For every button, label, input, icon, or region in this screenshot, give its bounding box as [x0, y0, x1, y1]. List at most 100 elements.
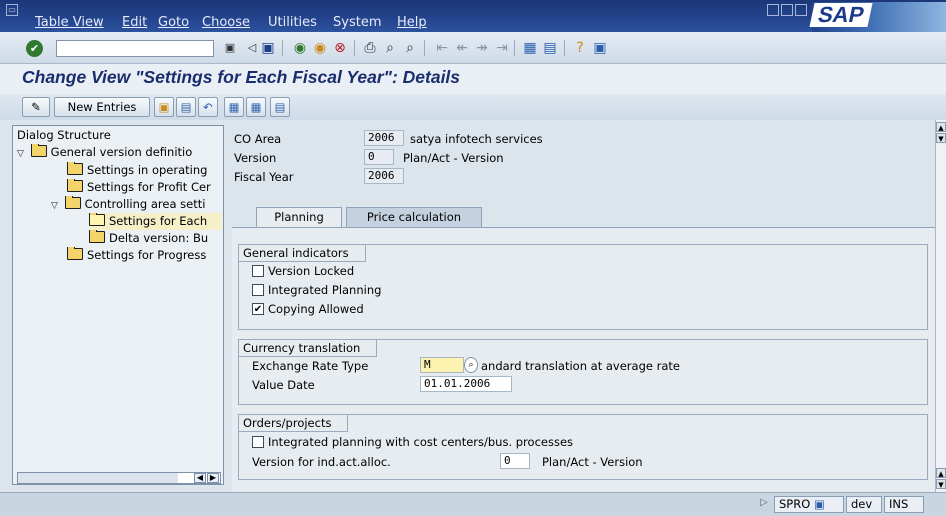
exchange-rate-type-label: Exchange Rate Type: [252, 359, 369, 373]
enter-icon[interactable]: ✔: [26, 40, 43, 57]
tree-node-general-version[interactable]: ▽ General version definitio: [17, 144, 222, 161]
expanded-triangle-icon[interactable]: ▽: [51, 198, 61, 213]
version-ind-alloc-text: Plan/Act - Version: [542, 455, 643, 469]
expanded-triangle-icon[interactable]: ▽: [17, 146, 27, 161]
folder-icon: [64, 196, 81, 209]
menu-help[interactable]: Help: [397, 15, 427, 30]
exchange-rate-type-input[interactable]: M: [420, 357, 464, 373]
co-area-label: CO Area: [234, 132, 282, 146]
scroll-left-icon[interactable]: ◀: [194, 473, 206, 483]
display-change-icon[interactable]: ✎: [22, 97, 50, 117]
scroll-down-icon[interactable]: ▼: [936, 479, 946, 489]
status-expand-icon[interactable]: ▷: [760, 497, 768, 508]
tab-price-calculation[interactable]: Price calculation: [346, 207, 482, 227]
fiscal-year-label: Fiscal Year: [234, 170, 294, 184]
tree-horizontal-scrollbar[interactable]: ◀ ▶: [17, 472, 221, 484]
integrated-planning-cost-centers-checkbox[interactable]: [252, 436, 264, 448]
exchange-rate-type-text: andard translation at average rate: [481, 359, 680, 373]
co-area-text: satya infotech services: [410, 132, 543, 146]
new-session-icon[interactable]: ▦: [522, 40, 538, 56]
version-label: Version: [234, 151, 277, 165]
command-field[interactable]: [56, 40, 214, 57]
value-date-label: Value Date: [252, 378, 315, 392]
search-help-icon[interactable]: ⌕: [464, 357, 478, 373]
folder-icon: [67, 179, 83, 192]
status-bar: ▷ SPRO ▣ dev INS: [0, 492, 946, 516]
integrated-planning-checkbox[interactable]: [252, 284, 264, 296]
menu-system[interactable]: System: [333, 15, 381, 30]
tree-node-settings-profit-center[interactable]: Settings for Profit Cer: [67, 179, 222, 196]
group-title: Currency translation: [239, 340, 378, 357]
version-locked-label: Version Locked: [268, 264, 355, 278]
separator: [354, 40, 355, 56]
scroll-up-icon[interactable]: ▲: [936, 122, 946, 132]
minimize-icon[interactable]: [767, 4, 779, 16]
cancel-icon[interactable]: ⊗: [332, 40, 348, 56]
back-icon[interactable]: ◉: [292, 40, 308, 56]
vertical-scrollbar[interactable]: ▲ ▼ ▲ ▼: [935, 120, 946, 492]
co-area-field: 2006: [364, 130, 404, 146]
version-ind-alloc-label: Version for ind.act.alloc.: [252, 455, 391, 469]
first-page-icon[interactable]: ⇤: [434, 40, 450, 56]
integrated-planning-cost-centers-label: Integrated planning with cost centers/bu…: [268, 435, 574, 449]
menu-edit[interactable]: Edit: [122, 15, 147, 30]
next-page-icon[interactable]: ↠: [474, 40, 490, 56]
folder-icon: [89, 230, 105, 243]
scroll-thumb[interactable]: [18, 473, 178, 483]
tree-node-controlling-area[interactable]: ▽ Controlling area setti: [51, 196, 222, 213]
separator: [282, 40, 283, 56]
menu-goto[interactable]: Goto: [158, 15, 189, 30]
shortcut-icon[interactable]: ▤: [542, 40, 558, 56]
save-icon[interactable]: ▣: [260, 40, 276, 56]
scroll-up-icon[interactable]: ▼: [936, 133, 946, 143]
command-history-icon[interactable]: ▣: [222, 40, 238, 56]
folder-icon: [67, 247, 83, 260]
previous-entry-icon[interactable]: ▦: [224, 97, 244, 117]
help-icon[interactable]: ?: [572, 40, 588, 56]
copy-icon[interactable]: ▣: [154, 97, 174, 117]
previous-page-icon[interactable]: ↞: [454, 40, 470, 56]
exit-icon[interactable]: ◉: [312, 40, 328, 56]
tree-node-delta-version[interactable]: Delta version: Bu: [89, 230, 222, 247]
value-date-input[interactable]: 01.01.2006: [420, 376, 512, 392]
version-locked-checkbox[interactable]: [252, 265, 264, 277]
insert-mode: INS: [884, 496, 924, 513]
page-title: Change View "Settings for Each Fiscal Ye…: [22, 67, 461, 87]
folder-icon: [30, 144, 47, 157]
scroll-down-icon[interactable]: ▲: [936, 468, 946, 478]
menu-table-view[interactable]: Table View: [35, 15, 104, 30]
tab-planning[interactable]: Planning: [256, 207, 342, 227]
tree-node-settings-operating[interactable]: Settings in operating: [67, 162, 222, 179]
find-icon[interactable]: ⌕: [382, 40, 398, 56]
tree-node-settings-each-year-selected[interactable]: Settings for Each: [89, 213, 222, 230]
sap-logo: SAP: [809, 2, 946, 32]
back-small-icon[interactable]: ◁: [244, 40, 260, 56]
tree-node-settings-progress[interactable]: Settings for Progress: [67, 247, 222, 264]
menu-bar: ▭ Table View Edit Goto Choose Utilities …: [0, 0, 946, 32]
folder-icon: [67, 162, 83, 175]
close-icon[interactable]: [795, 4, 807, 16]
new-entries-button[interactable]: New Entries: [54, 97, 150, 117]
copying-allowed-checkbox[interactable]: ✔: [252, 303, 264, 315]
menu-choose[interactable]: Choose: [202, 15, 250, 30]
last-page-icon[interactable]: ⇥: [494, 40, 510, 56]
delete-icon[interactable]: ▤: [176, 97, 196, 117]
maximize-icon[interactable]: [781, 4, 793, 16]
system-menu-icon[interactable]: ▭: [6, 4, 18, 16]
find-next-icon[interactable]: ⌕: [402, 40, 418, 56]
variable-list-icon[interactable]: ▤: [270, 97, 290, 117]
scroll-right-icon[interactable]: ▶: [207, 473, 219, 483]
copying-allowed-label: Copying Allowed: [268, 302, 364, 316]
separator: [514, 40, 515, 56]
standard-toolbar: ✔ ▣ ◁ ▣ ◉ ◉ ⊗ ⎙ ⌕ ⌕ ⇤ ↞ ↠ ⇥ ▦ ▤ ? ▣: [0, 32, 946, 64]
print-icon[interactable]: ⎙: [362, 40, 378, 56]
menu-utilities[interactable]: Utilities: [268, 15, 317, 30]
dialog-structure-header: Dialog Structure: [17, 128, 111, 142]
layout-menu-icon[interactable]: ▣: [592, 40, 608, 56]
session-icon: ▣: [813, 497, 825, 511]
version-ind-alloc-input[interactable]: 0: [500, 453, 530, 469]
undo-icon[interactable]: ↶: [198, 97, 218, 117]
next-entry-icon[interactable]: ▦: [246, 97, 266, 117]
dialog-structure-panel: Dialog Structure ▽ General version defin…: [12, 125, 224, 485]
application-toolbar: ✎ New Entries ▣ ▤ ↶ ▦ ▦ ▤: [0, 94, 946, 120]
